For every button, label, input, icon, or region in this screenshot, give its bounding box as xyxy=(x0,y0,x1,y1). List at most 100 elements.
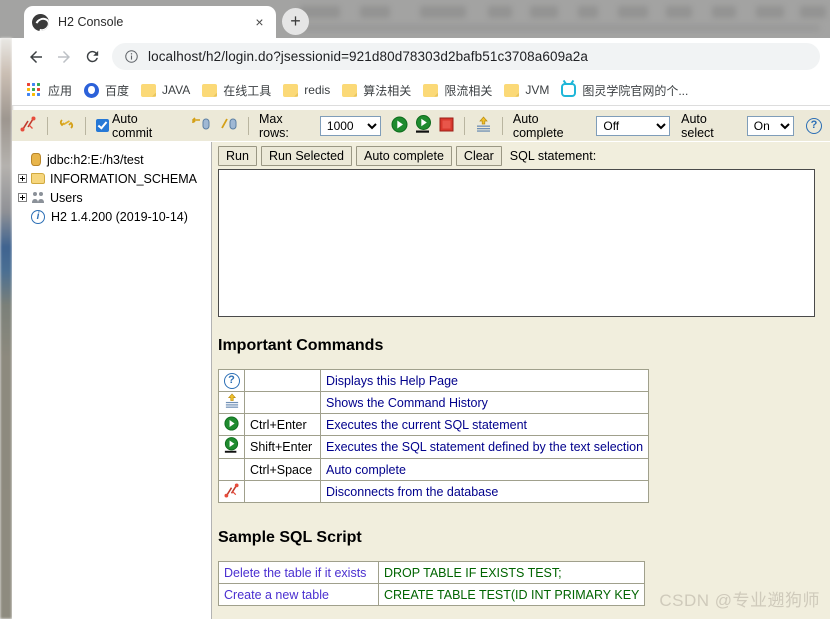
bookmark-rate-limit[interactable]: 限流相关 xyxy=(420,80,498,101)
help-icon[interactable]: ? xyxy=(219,370,245,392)
bookmark-label: 百度 xyxy=(105,82,129,99)
browser-tab[interactable]: H2 Console × xyxy=(24,6,276,38)
expand-icon[interactable] xyxy=(18,174,27,183)
tree-item-label: INFORMATION_SCHEMA xyxy=(50,172,197,186)
back-arrow-icon[interactable] xyxy=(22,43,50,71)
auto-select-control[interactable]: Auto select On xyxy=(677,112,794,140)
reload-icon[interactable] xyxy=(78,43,106,71)
bookmark-algorithms[interactable]: 算法相关 xyxy=(339,80,417,101)
table-row: Ctrl+Enter Executes the current SQL stat… xyxy=(219,414,649,436)
tree-item-connection[interactable]: jdbc:h2:E:/h3/test xyxy=(18,150,211,169)
tree-item-label: jdbc:h2:E:/h3/test xyxy=(47,153,144,167)
users-icon xyxy=(31,191,45,204)
info-icon: i xyxy=(31,210,45,224)
refresh-icon[interactable] xyxy=(58,116,75,135)
auto-complete-control[interactable]: Auto complete Off xyxy=(513,112,670,140)
sample-code-cell: DROP TABLE IF EXISTS TEST; xyxy=(379,562,645,584)
tab-title: H2 Console xyxy=(58,15,251,29)
table-row: Shows the Command History xyxy=(219,392,649,414)
bookmark-online-tools[interactable]: 在线工具 xyxy=(199,80,277,101)
close-icon[interactable]: × xyxy=(251,14,268,31)
shortcut-cell: Ctrl+Enter xyxy=(245,414,321,436)
sample-note-cell: Create a new table xyxy=(219,584,379,606)
bookmark-bilibili[interactable]: 图灵学院官网的个... xyxy=(558,80,694,101)
folder-icon xyxy=(283,84,298,97)
toolbar-divider xyxy=(85,117,86,135)
auto-commit-toggle[interactable]: Auto commit xyxy=(96,112,180,140)
info-circle-icon[interactable] xyxy=(124,49,139,64)
bookmark-apps[interactable]: 应用 xyxy=(24,80,78,101)
baidu-icon xyxy=(84,83,99,98)
bookmark-label: 算法相关 xyxy=(363,82,411,99)
tab-strip: H2 Console × + xyxy=(12,0,830,38)
sample-script-title: Sample SQL Script xyxy=(218,529,830,547)
auto-select-select[interactable]: On xyxy=(747,116,794,136)
h2-console: Auto commit Max rows: 1000 xyxy=(12,110,830,619)
run-selected-button[interactable]: Run Selected xyxy=(261,146,352,166)
disconnect-icon[interactable] xyxy=(20,116,37,135)
description-cell: Shows the Command History xyxy=(321,392,649,414)
bookmark-label: 限流相关 xyxy=(444,82,492,99)
max-rows-select[interactable]: 1000 xyxy=(320,116,381,136)
sample-code-cell: CREATE TABLE TEST(ID INT PRIMARY KEY xyxy=(379,584,645,606)
description-cell: Executes the current SQL statement xyxy=(321,414,649,436)
description-cell: Displays this Help Page xyxy=(321,370,649,392)
folder-icon xyxy=(504,84,519,97)
checkbox-checked-icon[interactable] xyxy=(96,119,109,132)
run-button[interactable]: Run xyxy=(218,146,257,166)
apps-grid-icon xyxy=(27,83,42,98)
rollback-icon[interactable] xyxy=(218,116,238,135)
bookmark-java[interactable]: JAVA xyxy=(138,81,196,99)
address-bar[interactable]: localhost/h2/login.do?jsessionid=921d80d… xyxy=(112,43,820,70)
bookmark-baidu[interactable]: 百度 xyxy=(81,80,135,101)
max-rows-control[interactable]: Max rows: 1000 xyxy=(259,112,381,140)
bookmark-label: JAVA xyxy=(162,83,190,97)
description-cell: Auto complete xyxy=(321,459,649,481)
run-selected-icon[interactable] xyxy=(415,115,432,137)
tree-item-information-schema[interactable]: INFORMATION_SCHEMA xyxy=(18,169,211,188)
database-icon xyxy=(31,153,41,166)
shortcut-cell: Ctrl+Space xyxy=(245,459,321,481)
bookmark-label: 应用 xyxy=(48,82,72,99)
tree-item-label: H2 1.4.200 (2019-10-14) xyxy=(51,210,188,224)
background-left-edge xyxy=(0,38,12,619)
tree-item-version: i H2 1.4.200 (2019-10-14) xyxy=(18,207,211,226)
description-cell: Disconnects from the database xyxy=(321,481,649,503)
history-icon[interactable] xyxy=(475,116,492,136)
folder-icon xyxy=(31,173,45,184)
toolbar-divider xyxy=(464,117,465,135)
bookmark-jvm[interactable]: JVM xyxy=(501,81,555,99)
table-row: ? Displays this Help Page xyxy=(219,370,649,392)
sql-statement-label: SQL statement: xyxy=(510,149,596,163)
stop-icon[interactable] xyxy=(439,117,454,135)
important-commands-title: Important Commands xyxy=(218,337,830,355)
table-row: Create a new table CREATE TABLE TEST(ID … xyxy=(219,584,645,606)
commit-icon[interactable] xyxy=(191,116,211,135)
clear-button[interactable]: Clear xyxy=(456,146,502,166)
auto-complete-button[interactable]: Auto complete xyxy=(356,146,452,166)
new-tab-button[interactable]: + xyxy=(282,8,309,35)
database-tree: jdbc:h2:E:/h3/test INFORMATION_SCHEMA Us… xyxy=(12,142,212,619)
run-selected-icon[interactable] xyxy=(219,436,245,459)
h2-body: jdbc:h2:E:/h3/test INFORMATION_SCHEMA Us… xyxy=(12,142,830,619)
shortcut-cell xyxy=(245,481,321,503)
shortcut-cell xyxy=(245,392,321,414)
help-icon[interactable]: ? xyxy=(806,118,822,134)
toolbar-divider xyxy=(502,117,503,135)
sql-input[interactable] xyxy=(218,169,815,317)
table-row: Delete the table if it exists DROP TABLE… xyxy=(219,562,645,584)
max-rows-label: Max rows: xyxy=(259,112,315,140)
run-icon[interactable] xyxy=(391,116,408,136)
folder-icon xyxy=(342,84,357,97)
tree-item-users[interactable]: Users xyxy=(18,188,211,207)
bookmark-redis[interactable]: redis xyxy=(280,81,336,99)
shortcut-cell xyxy=(245,370,321,392)
h2-globe-icon xyxy=(32,14,49,31)
disconnect-icon[interactable] xyxy=(219,481,245,503)
auto-complete-select[interactable]: Off xyxy=(596,116,670,136)
run-icon[interactable] xyxy=(219,414,245,436)
empty-icon-cell xyxy=(219,459,245,481)
history-icon[interactable] xyxy=(219,392,245,414)
expand-icon[interactable] xyxy=(18,193,27,202)
bookmark-label: redis xyxy=(304,83,330,97)
